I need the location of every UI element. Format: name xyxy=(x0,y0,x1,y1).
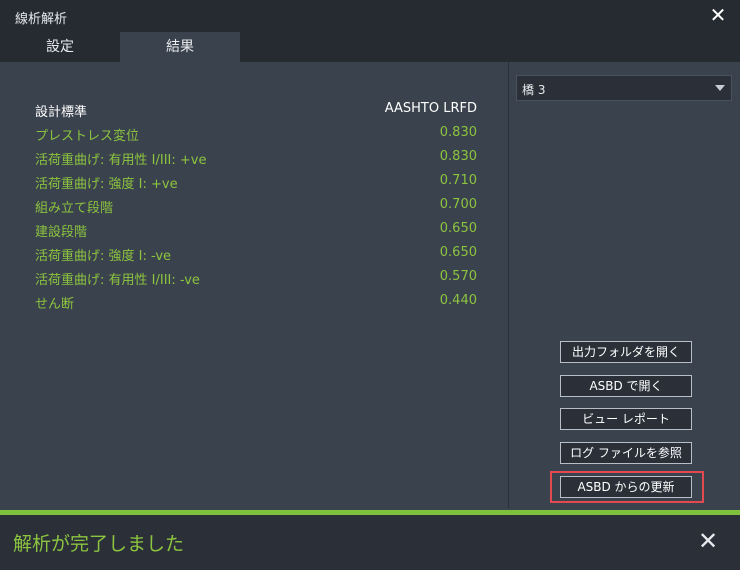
result-row: 活荷重曲げ: 有用性 I/III: -ve 0.570 xyxy=(35,266,477,290)
status-bar: 解析が完了しました ✕ xyxy=(0,515,740,570)
row-label: 活荷重曲げ: 有用性 I/III: -ve xyxy=(35,273,200,288)
results-content: 設計標準 AASHTO LRFD プレストレス変位 0.830 活荷重曲げ: 有… xyxy=(0,62,740,510)
result-row: 建設段階 0.650 xyxy=(35,218,477,242)
row-value: 0.830 xyxy=(439,125,477,140)
result-row: 活荷重曲げ: 有用性 I/III: +ve 0.830 xyxy=(35,146,477,170)
result-row: せん断 0.440 xyxy=(35,290,477,314)
close-icon[interactable]: ✕ xyxy=(696,529,720,553)
open-output-folder-button[interactable]: 出力フォルダを開く xyxy=(560,341,692,363)
window-title: 線析解析 xyxy=(15,12,68,27)
result-row: 活荷重曲げ: 強度 I: +ve 0.710 xyxy=(35,170,477,194)
result-row: 活荷重曲げ: 強度 I: -ve 0.650 xyxy=(35,242,477,266)
row-label: プレストレス変位 xyxy=(35,129,140,144)
view-log-file-button[interactable]: ログ ファイルを参照 xyxy=(560,442,692,464)
row-value: 0.650 xyxy=(439,245,477,260)
row-label: 活荷重曲げ: 強度 I: -ve xyxy=(35,249,172,264)
tab-bar: 設定 結果 xyxy=(0,32,740,62)
row-label: 活荷重曲げ: 強度 I: +ve xyxy=(35,177,178,192)
row-value: 0.570 xyxy=(439,269,477,284)
status-message: 解析が完了しました xyxy=(13,533,185,555)
row-label: 組み立て段階 xyxy=(35,201,114,216)
row-value: 0.830 xyxy=(439,149,477,164)
result-row: プレストレス変位 0.830 xyxy=(35,122,477,146)
row-label: 設計標準 xyxy=(35,105,88,120)
bridge-select[interactable]: 橋 3 xyxy=(516,75,732,101)
tab-settings[interactable]: 設定 xyxy=(0,32,120,62)
row-label: せん断 xyxy=(35,297,75,312)
bridge-select-value: 橋 3 xyxy=(522,83,546,97)
open-in-asbd-button[interactable]: ASBD で開く xyxy=(560,375,692,397)
title-bar: 線析解析 ✕ xyxy=(0,0,740,32)
results-panel: 設計標準 AASHTO LRFD プレストレス変位 0.830 活荷重曲げ: 有… xyxy=(2,62,509,508)
row-label: 活荷重曲げ: 有用性 I/III: +ve xyxy=(35,153,207,168)
close-icon[interactable]: ✕ xyxy=(708,5,728,25)
row-value: 0.700 xyxy=(439,197,477,212)
update-from-asbd-button[interactable]: ASBD からの更新 xyxy=(560,476,692,498)
row-value: AASHTO LRFD xyxy=(384,101,477,116)
results-table: 設計標準 AASHTO LRFD プレストレス変位 0.830 活荷重曲げ: 有… xyxy=(35,98,477,314)
design-standard-row: 設計標準 AASHTO LRFD xyxy=(35,98,477,122)
tab-results[interactable]: 結果 xyxy=(120,32,240,62)
row-value: 0.440 xyxy=(439,293,477,308)
actions-panel: 橋 3 出力フォルダを開く ASBD で開く ビュー レポート ログ ファイルを… xyxy=(512,62,738,508)
row-value: 0.650 xyxy=(439,221,477,236)
result-row: 組み立て段階 0.700 xyxy=(35,194,477,218)
chevron-down-icon xyxy=(715,85,725,91)
row-value: 0.710 xyxy=(439,173,477,188)
view-report-button[interactable]: ビュー レポート xyxy=(560,408,692,430)
row-label: 建設段階 xyxy=(35,225,88,240)
